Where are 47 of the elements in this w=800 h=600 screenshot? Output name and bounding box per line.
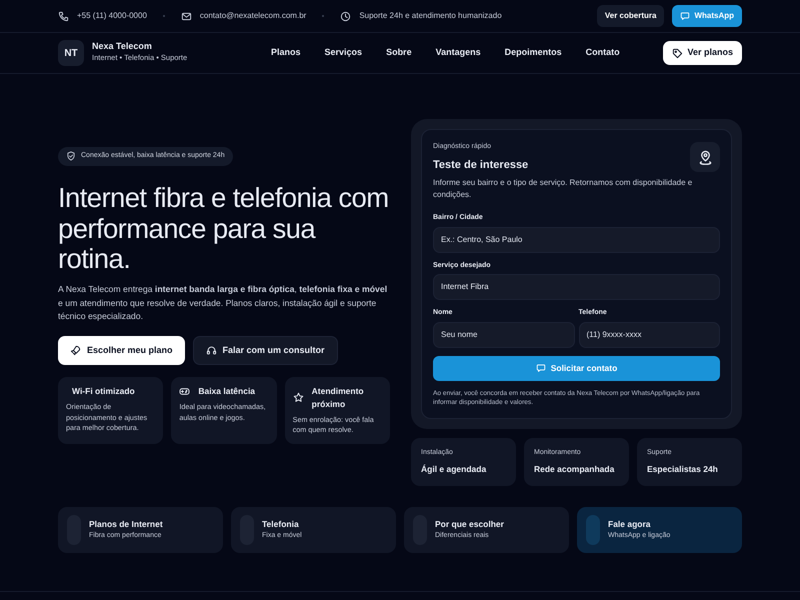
input-field[interactable]: Ex.: Centro, São Paulo <box>433 226 720 252</box>
consultant-button[interactable]: Falar com um consultor <box>192 336 338 366</box>
contact-text: +55 (11) 4000-0000 <box>77 10 147 22</box>
logo-badge: NT <box>58 40 84 66</box>
nav-link[interactable]: Depoimentos <box>504 46 562 60</box>
feature-title: Atendimento próximo <box>312 385 365 411</box>
choose-plan-button[interactable]: Escolher meu plano <box>58 336 185 366</box>
tag-icon <box>672 48 684 58</box>
nav-link[interactable]: Vantagens <box>436 46 481 60</box>
stat-value: Rede acompanhada <box>534 462 616 476</box>
input-field[interactable]: (11) 9xxxx-xxxx <box>578 322 720 348</box>
shield-icon <box>66 151 76 162</box>
stat-value: Especialistas 24h <box>647 462 719 476</box>
form-intro: Informe seu bairro e o tipo de serviço. Retornamos com disponibilidade e condições. <box>433 177 694 201</box>
nav-link[interactable]: Planos <box>271 46 301 60</box>
mail-icon <box>180 10 192 22</box>
hero-description: A Nexa Telecom entrega internet banda larga e fibra óptica, telefonia fixa e móvel e um atendimento que resolve de verdade. Planos claros, instalação ágil e suporte técnico especializado. <box>58 283 388 324</box>
brand-name: Nexa Telecom <box>92 42 153 52</box>
chat-icon <box>536 363 546 373</box>
form-title: Teste de interesse <box>433 158 528 172</box>
separator-dot <box>322 15 324 17</box>
contact-text: contato@nexatelecom.com.br <box>200 10 306 22</box>
shortcut-title: Fale agora <box>608 518 652 531</box>
star-icon <box>292 392 304 404</box>
separator-dot <box>162 15 165 17</box>
shortcut-title: Telefonia <box>262 518 300 531</box>
nav-link[interactable]: Serviços <box>324 46 362 60</box>
view-plans-button[interactable]: Ver planos <box>663 41 742 65</box>
input-field[interactable]: Seu nome <box>433 322 574 348</box>
clock-icon <box>340 10 352 22</box>
shortcut-title: Planos de Internet <box>89 518 163 531</box>
coverage-button[interactable]: Ver cobertura <box>596 5 664 27</box>
location-pin-icon <box>698 150 712 164</box>
hero-title: Internet fibra e telefonia com performance para sua rotina. <box>58 182 390 276</box>
pill-icon <box>586 514 600 545</box>
stat-value: Ágil e agendada <box>421 462 488 476</box>
nav-link[interactable]: Sobre <box>386 46 412 60</box>
phone-icon <box>58 10 69 22</box>
nav-link[interactable]: Contato <box>586 46 620 60</box>
service-select[interactable]: Internet Fibra <box>433 274 720 300</box>
chat-icon <box>680 11 690 21</box>
feature-title: Baixa latência <box>198 385 256 398</box>
feature-title: Wi-Fi otimizado <box>72 385 135 398</box>
shortcut-title: Por que escolher <box>435 518 504 531</box>
contact-text: Suporte 24h e atendimento humanizado <box>359 10 502 22</box>
headset-icon <box>206 344 217 356</box>
gamepad-icon <box>179 386 190 397</box>
